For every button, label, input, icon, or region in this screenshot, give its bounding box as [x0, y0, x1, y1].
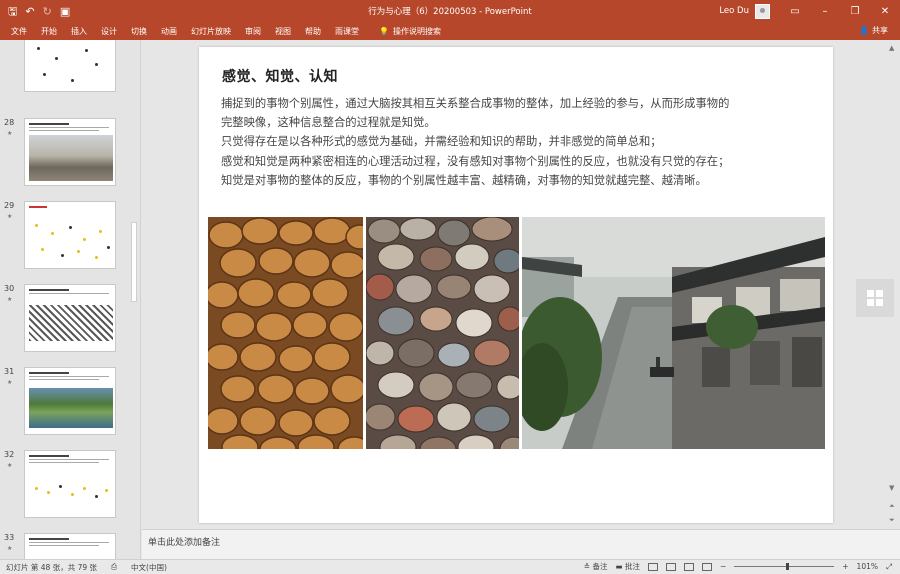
- comments-toggle[interactable]: ▬ 批注: [615, 561, 639, 572]
- tab-design[interactable]: 设计: [101, 26, 117, 37]
- page-down-icon[interactable]: ⏷: [889, 516, 895, 525]
- image-strip: [208, 217, 825, 449]
- body-line: 完整映像，这种信息整合的过程就是知觉。: [221, 116, 436, 130]
- reading-view-icon[interactable]: [683, 562, 694, 571]
- comments-toggle-label: 批注: [624, 562, 640, 571]
- redo-icon[interactable]: ↻: [43, 6, 52, 17]
- animation-star-icon: ★: [7, 213, 13, 220]
- animation-star-icon: ★: [7, 462, 13, 469]
- fit-to-window-icon[interactable]: ⤢: [886, 562, 892, 572]
- scroll-down-icon[interactable]: ▼: [889, 484, 894, 492]
- lightbulb-icon: 💡: [379, 26, 389, 36]
- tab-help[interactable]: 帮助: [305, 26, 321, 37]
- slide-count: 幻灯片 第 48 张，共 79 张: [6, 563, 98, 572]
- animation-star-icon: ★: [7, 296, 13, 303]
- zoom-level[interactable]: 101%: [857, 562, 878, 571]
- thumbnail-scrollbar[interactable]: [129, 46, 139, 556]
- body-line: 知觉是对事物的整体的反应，事物的个别属性越丰富、越精确，对事物的知觉就越完整、越…: [221, 173, 707, 187]
- tab-insert[interactable]: 插入: [71, 26, 87, 37]
- normal-view-icon[interactable]: [647, 562, 658, 571]
- quick-access-toolbar: 🖫 ↶ ↻ ▣: [0, 6, 220, 17]
- grid-icon: [867, 290, 883, 306]
- scrollbar-thumb[interactable]: [131, 222, 137, 302]
- animation-star-icon: ★: [7, 130, 13, 137]
- slide-thumbnail[interactable]: [24, 533, 116, 559]
- animation-star-icon: ★: [7, 545, 13, 552]
- notes-pane[interactable]: 单击此处添加备注: [142, 529, 900, 559]
- animation-star-icon: ★: [7, 379, 13, 386]
- notes-toggle[interactable]: ≙ 备注: [584, 561, 608, 572]
- body-line: 只觉得存在是以各种形式的感觉为基础，并需经验和知识的帮助，并非感觉的简单总和；: [221, 135, 662, 149]
- slide-number: 31: [4, 367, 15, 376]
- slide-thumbnail[interactable]: [24, 201, 116, 269]
- tab-transitions[interactable]: 切换: [131, 26, 147, 37]
- slide-canvas[interactable]: 感觉、知觉、认知 捕捉到的事物个别属性，通过大脑按其相互关系整合成事物的整体，加…: [199, 47, 833, 523]
- tab-file[interactable]: 文件: [11, 26, 27, 37]
- slide-thumbnail[interactable]: [24, 450, 116, 518]
- tell-me-search[interactable]: 💡 操作说明搜索: [379, 26, 441, 37]
- undo-icon[interactable]: ↶: [25, 6, 34, 17]
- zoom-slider-thumb[interactable]: [786, 563, 790, 570]
- share-label: 共享: [872, 26, 888, 35]
- page-up-icon[interactable]: ⏶: [889, 502, 895, 511]
- language-indicator[interactable]: 中文(中国): [131, 562, 167, 573]
- scroll-up-icon[interactable]: ▲: [889, 44, 894, 52]
- tab-view[interactable]: 视图: [275, 26, 291, 37]
- slide-title[interactable]: 感觉、知觉、认知: [222, 66, 338, 86]
- tab-rain-classroom[interactable]: 雨课堂: [335, 26, 359, 37]
- designer-widget[interactable]: [856, 279, 894, 317]
- notes-toggle-label: 备注: [592, 562, 608, 571]
- save-icon[interactable]: 🖫: [8, 6, 17, 17]
- tab-review[interactable]: 审阅: [245, 26, 261, 37]
- slide-thumbnail[interactable]: [24, 118, 116, 186]
- ribbon-tabs: 文件 开始 插入 设计 切换 动画 幻灯片放映 审阅 视图 帮助 雨课堂 💡 操…: [0, 22, 900, 40]
- pebbles-photo[interactable]: [366, 217, 519, 449]
- slide-number: 29: [4, 201, 15, 210]
- slide-thumbnail-pane[interactable]: 28 ★ 29 ★ 30 ★ 31 ★ 32 ★ 33 ★: [0, 40, 141, 559]
- slide-number: 28: [4, 118, 15, 127]
- user-name[interactable]: Leo Du: [719, 6, 749, 16]
- slide-number: 30: [4, 284, 15, 293]
- tab-home[interactable]: 开始: [41, 26, 57, 37]
- zoom-out-icon[interactable]: −: [720, 562, 726, 571]
- slide-number: 33: [4, 533, 15, 542]
- spellcheck-icon[interactable]: ⎙: [111, 562, 117, 573]
- status-bar: 幻灯片 第 48 张，共 79 张 ⎙ 中文(中国) ≙ 备注 ▬ 批注 − +…: [0, 559, 900, 574]
- avatar[interactable]: [755, 3, 770, 19]
- slide-thumbnail[interactable]: [24, 367, 116, 435]
- slide-thumbnail[interactable]: [24, 284, 116, 352]
- maximize-button[interactable]: ❐: [840, 0, 870, 22]
- tell-me-label: 操作说明搜索: [392, 26, 441, 36]
- slide-thumbnail[interactable]: [24, 40, 116, 92]
- zoom-in-icon[interactable]: +: [842, 562, 848, 571]
- slideshow-view-icon[interactable]: [701, 562, 712, 571]
- minimize-button[interactable]: –: [810, 0, 840, 22]
- title-bar: 🖫 ↶ ↻ ▣ 行为与心理（6）20200503 - PowerPoint Le…: [0, 0, 900, 22]
- person-icon: 👤: [859, 26, 869, 35]
- body-line: 捕捉到的事物个别属性，通过大脑按其相互关系整合成事物的整体，加上经验的参与，从而…: [221, 97, 730, 110]
- tab-animations[interactable]: 动画: [161, 26, 177, 37]
- ribbon-display-icon[interactable]: ▭: [780, 0, 810, 22]
- notes-placeholder[interactable]: 单击此处添加备注: [148, 535, 220, 548]
- close-button[interactable]: ✕: [870, 0, 900, 22]
- body-line: 感觉和知觉是两种紧密相连的心理活动过程，没有感知对事物个别属性的反应，也就没有只…: [221, 154, 730, 168]
- present-icon[interactable]: ▣: [60, 6, 70, 17]
- water-town-photo[interactable]: [522, 217, 825, 449]
- zoom-slider[interactable]: [734, 563, 835, 570]
- slide-body-text[interactable]: 捕捉到的事物个别属性，通过大脑按其相互关系整合成事物的整体，加上经验的参与，从而…: [221, 94, 821, 190]
- slide-sorter-icon[interactable]: [665, 562, 676, 571]
- share-button[interactable]: 👤 共享: [859, 25, 888, 36]
- tab-slideshow[interactable]: 幻灯片放映: [191, 26, 231, 37]
- slide-number: 32: [4, 450, 15, 459]
- pastries-photo[interactable]: [208, 217, 363, 449]
